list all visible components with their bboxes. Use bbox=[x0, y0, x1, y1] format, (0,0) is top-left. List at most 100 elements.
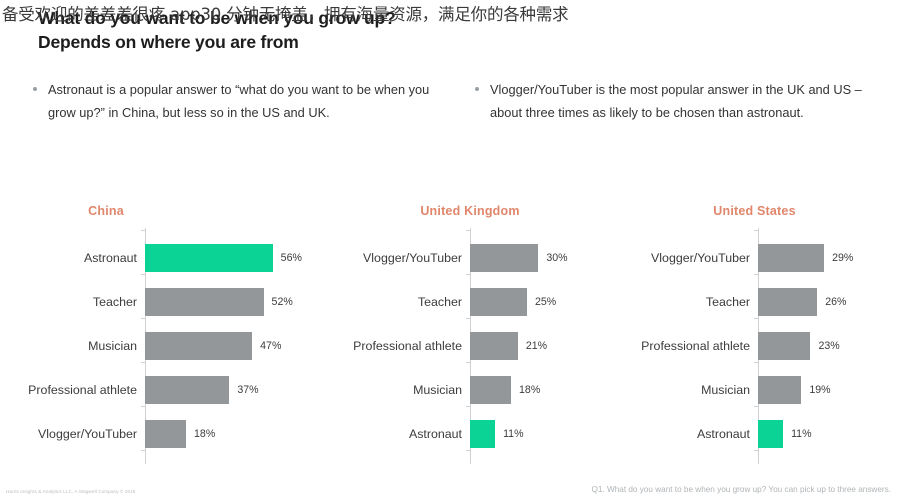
chart-bar-row: Vlogger/YouTuber 30% bbox=[330, 236, 620, 280]
bar-category-label: Professional athlete bbox=[641, 339, 750, 353]
bar-value-label: 21% bbox=[525, 340, 548, 352]
bar-value-label: 18% bbox=[519, 384, 541, 396]
bar-category-label: Vlogger/YouTuber bbox=[38, 427, 137, 441]
bar-value-label: 11% bbox=[791, 428, 812, 440]
bar-container: 29% bbox=[758, 236, 905, 280]
chart-bar-row: Teacher 26% bbox=[620, 280, 905, 324]
bar-container: 19% bbox=[758, 368, 905, 412]
bar-category-label: Vlogger/YouTuber bbox=[651, 251, 750, 265]
bar-value-label: 52% bbox=[271, 296, 293, 308]
axis-tick bbox=[141, 406, 146, 407]
bar-container: 11% bbox=[470, 412, 620, 456]
axis-tick bbox=[466, 362, 471, 363]
axis-tick bbox=[754, 406, 759, 407]
bar-container: 21% bbox=[470, 324, 620, 368]
bar bbox=[758, 244, 825, 272]
bullet-text-2: Vlogger/YouTuber is the most popular ans… bbox=[490, 82, 862, 120]
chart-panel-us: United States Vlogger/YouTuber 29% Teacher… bbox=[620, 198, 905, 470]
bar-container: 47% bbox=[145, 324, 330, 368]
axis-tick bbox=[466, 318, 471, 319]
bar bbox=[470, 244, 539, 272]
bar-value-label: 47% bbox=[260, 340, 282, 352]
bar-category-label: Musician bbox=[413, 383, 462, 397]
axis-tick bbox=[754, 274, 759, 275]
bar-category-label: Teacher bbox=[92, 295, 137, 309]
bar-container: 23% bbox=[758, 324, 905, 368]
bar-value-label: 11% bbox=[503, 428, 524, 440]
page-title: What do you want to be when you grow up?… bbox=[38, 8, 396, 52]
footer-question-note: Q1. What do you want to be when you grow… bbox=[591, 485, 891, 494]
bar bbox=[145, 288, 264, 316]
chart-bar-row: Professional athlete 21% bbox=[330, 324, 620, 368]
chart-bar-row: Professional athlete 37% bbox=[0, 368, 330, 412]
bar-category-label: Professional athlete bbox=[28, 383, 137, 397]
bar-value-label: 23% bbox=[818, 340, 840, 352]
bullet-column-left: Astronaut is a popular answer to “what d… bbox=[30, 78, 450, 124]
bar-value-label: 18% bbox=[194, 428, 216, 440]
axis-tick bbox=[754, 230, 759, 231]
bar-rows-us: Vlogger/YouTuber 29% Teacher 26% Professiona… bbox=[620, 228, 905, 464]
bar-category-label: Astronaut bbox=[696, 427, 750, 441]
bar bbox=[470, 420, 496, 448]
axis-tick bbox=[466, 230, 471, 231]
bar-container: 26% bbox=[758, 280, 905, 324]
bar-value-label: 25% bbox=[535, 296, 557, 308]
bar bbox=[470, 332, 518, 360]
bar bbox=[758, 376, 802, 404]
bar-value-label: 37% bbox=[237, 384, 259, 396]
chart-panel-group: China Astronaut 56% Teacher 52% Musician 47% P… bbox=[0, 198, 905, 470]
chart-bar-row: Vlogger/YouTuber 29% bbox=[620, 236, 905, 280]
chart-bar-row: Teacher 25% bbox=[330, 280, 620, 324]
plot-area-china: Astronaut 56% Teacher 52% Musician 47% Profess… bbox=[0, 228, 330, 464]
bar-container: 25% bbox=[470, 280, 620, 324]
bullet-item-2: Vlogger/YouTuber is the most popular ans… bbox=[472, 78, 892, 124]
slide-canvas: What do you want to be when you grow up?… bbox=[0, 0, 905, 500]
chart-bar-row: Astronaut 11% bbox=[620, 412, 905, 456]
axis-tick bbox=[141, 318, 146, 319]
bar-container: 18% bbox=[470, 368, 620, 412]
axis-tick bbox=[141, 362, 146, 363]
bullet-dot-icon bbox=[475, 87, 479, 91]
axis-tick bbox=[754, 362, 759, 363]
chart-bar-row: Professional athlete 23% bbox=[620, 324, 905, 368]
chart-title-uk: United Kingdom bbox=[420, 204, 520, 218]
bar-category-label: Vlogger/YouTuber bbox=[363, 251, 462, 265]
chart-bar-row: Musician 19% bbox=[620, 368, 905, 412]
chart-title-china: China bbox=[88, 204, 124, 218]
plot-area-uk: Vlogger/YouTuber 30% Teacher 25% Professiona… bbox=[330, 228, 620, 464]
bar-value-label: 26% bbox=[825, 296, 847, 308]
bar-value-label: 30% bbox=[546, 252, 568, 264]
bar-category-label: Teacher bbox=[705, 295, 750, 309]
axis-tick bbox=[754, 318, 759, 319]
axis-tick bbox=[466, 406, 471, 407]
chart-bar-row: Musician 18% bbox=[330, 368, 620, 412]
bar bbox=[145, 332, 253, 360]
axis-tick bbox=[141, 450, 146, 451]
bar bbox=[145, 420, 187, 448]
bar bbox=[758, 420, 784, 448]
bar bbox=[758, 332, 811, 360]
bar-category-label: Astronaut bbox=[408, 427, 462, 441]
bullet-text-1: Astronaut is a popular answer to “what d… bbox=[48, 82, 430, 120]
bar-container: 11% bbox=[758, 412, 905, 456]
bullet-column-right: Vlogger/YouTuber is the most popular ans… bbox=[472, 78, 892, 124]
axis-tick bbox=[141, 230, 146, 231]
bullet-item-1: Astronaut is a popular answer to “what d… bbox=[30, 78, 450, 124]
chart-bar-row: Musician 47% bbox=[0, 324, 330, 368]
bar-container: 52% bbox=[145, 280, 330, 324]
chart-bar-row: Vlogger/YouTuber 18% bbox=[0, 412, 330, 456]
chart-panel-china: China Astronaut 56% Teacher 52% Musician 47% P… bbox=[0, 198, 330, 470]
bar bbox=[470, 376, 512, 404]
bar bbox=[758, 288, 818, 316]
axis-tick bbox=[466, 450, 471, 451]
bullet-list: Astronaut is a popular answer to “what d… bbox=[0, 78, 905, 124]
chart-title-us: United States bbox=[713, 204, 796, 218]
bar-rows-uk: Vlogger/YouTuber 30% Teacher 25% Professiona… bbox=[330, 228, 620, 464]
chart-bar-row: Astronaut 11% bbox=[330, 412, 620, 456]
bar bbox=[145, 244, 273, 272]
bar-category-label: Professional athlete bbox=[353, 339, 462, 353]
bar-container: 30% bbox=[470, 236, 620, 280]
bullet-dot-icon bbox=[33, 87, 37, 91]
axis-tick bbox=[141, 274, 146, 275]
bar-rows-china: Astronaut 56% Teacher 52% Musician 47% Profess… bbox=[0, 228, 330, 464]
